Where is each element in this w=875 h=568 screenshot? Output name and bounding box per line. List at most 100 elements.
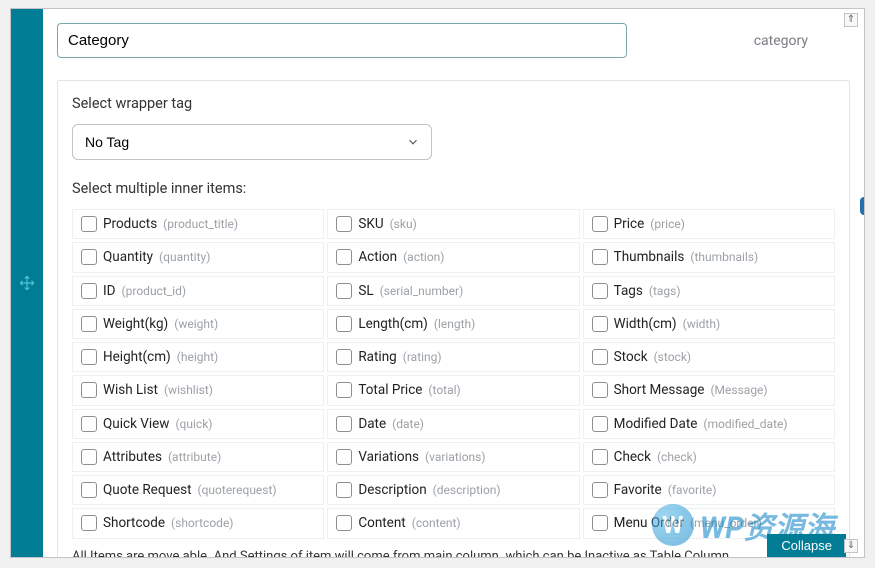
inner-item-label: Thumbnails [614,247,685,267]
inner-item-checkbox[interactable] [336,316,352,332]
inner-item-slug: (Message) [710,381,767,399]
inner-item-label: Modified Date [614,414,698,434]
column-panel: ⇑ category Select wrapper tag No Tag Sel… [10,8,865,558]
inner-item-checkbox[interactable] [592,482,608,498]
wrapper-tag-select[interactable]: No Tag [72,124,432,160]
inner-item[interactable]: Length(cm) (length) [327,309,579,339]
inner-item[interactable]: Shortcode (shortcode) [72,508,324,538]
inner-item-label: Total Price [358,380,422,400]
inner-item-slug: (sku) [390,215,417,233]
inner-item-checkbox[interactable] [592,515,608,531]
inner-item-checkbox[interactable] [81,316,97,332]
inner-item[interactable]: Modified Date (modified_date) [583,409,835,439]
inner-item[interactable]: Height(cm) (height) [72,342,324,372]
inner-item[interactable]: Total Price (total) [327,375,579,405]
collapse-button[interactable]: Collapse [767,534,846,557]
inner-item-slug: (favorite) [668,481,717,499]
inner-item-label: Shortcode [103,513,165,533]
panel-enabled-checkbox[interactable] [860,197,864,215]
inner-item-slug: (tags) [649,282,681,300]
inner-item[interactable]: Quick View (quick) [72,409,324,439]
inner-item-slug: (length) [434,315,475,333]
inner-items-grid: Products (product_title)SKU (sku)Price (… [72,209,835,539]
inner-item-checkbox[interactable] [592,216,608,232]
column-title-input[interactable] [57,23,627,58]
inner-item-checkbox[interactable] [81,349,97,365]
inner-item-checkbox[interactable] [336,515,352,531]
inner-item-checkbox[interactable] [81,283,97,299]
sort-up-button[interactable]: ⇑ [844,13,858,27]
inner-item-checkbox[interactable] [336,349,352,365]
inner-item-slug: (attribute) [168,448,221,466]
inner-item[interactable]: Products (product_title) [72,209,324,239]
inner-item-checkbox[interactable] [81,416,97,432]
inner-item-slug: (height) [177,348,218,366]
inner-item[interactable]: Favorite (favorite) [583,475,835,505]
inner-item-label: Content [358,513,405,533]
inner-item-checkbox[interactable] [336,482,352,498]
inner-item-checkbox[interactable] [336,216,352,232]
inner-item-checkbox[interactable] [81,382,97,398]
inner-item-checkbox[interactable] [336,449,352,465]
inner-item-checkbox[interactable] [592,283,608,299]
inner-item[interactable]: Attributes (attribute) [72,442,324,472]
inner-item-checkbox[interactable] [592,416,608,432]
inner-item-checkbox[interactable] [592,382,608,398]
inner-item[interactable]: Short Message (Message) [583,375,835,405]
inner-item-checkbox[interactable] [336,249,352,265]
inner-item-checkbox[interactable] [81,482,97,498]
inner-item-checkbox[interactable] [336,416,352,432]
inner-item[interactable]: Action (action) [327,242,579,272]
sort-down-button[interactable]: ⇓ [844,539,858,553]
inner-item[interactable]: Rating (rating) [327,342,579,372]
inner-item-slug: (content) [412,514,461,532]
inner-item-slug: (weight) [174,315,218,333]
inner-item-label: Tags [614,281,643,301]
inner-item-label: SL [358,281,373,301]
inner-item-checkbox[interactable] [592,449,608,465]
inner-item-slug: (action) [403,248,444,266]
inner-item[interactable]: Price (price) [583,209,835,239]
inner-item-slug: (thumbnails) [690,248,758,266]
inner-item-slug: (width) [683,315,721,333]
inner-item[interactable]: Width(cm) (width) [583,309,835,339]
inner-item[interactable]: Variations (variations) [327,442,579,472]
inner-item-label: Width(cm) [614,314,677,334]
inner-item[interactable]: Quote Request (quoterequest) [72,475,324,505]
inner-item-slug: (quantity) [159,248,210,266]
inner-item[interactable]: Thumbnails (thumbnails) [583,242,835,272]
inner-item-checkbox[interactable] [81,216,97,232]
drag-handle-bar[interactable] [11,9,43,557]
inner-item-checkbox[interactable] [592,349,608,365]
inner-item[interactable]: Tags (tags) [583,276,835,306]
inner-item[interactable]: Quantity (quantity) [72,242,324,272]
inner-item-slug: (wishlist) [164,381,213,399]
inner-item-checkbox[interactable] [336,283,352,299]
inner-item-checkbox[interactable] [592,316,608,332]
inner-item[interactable]: Weight(kg) (weight) [72,309,324,339]
inner-item[interactable]: Content (content) [327,508,579,538]
inner-item-checkbox[interactable] [81,249,97,265]
inner-item-label: Short Message [614,380,705,400]
inner-item-checkbox[interactable] [81,515,97,531]
inner-item-slug: (product_id) [122,282,187,300]
inner-item-slug: (price) [650,215,685,233]
inner-item-slug: (modified_date) [703,415,787,433]
inner-item-label: Length(cm) [358,314,428,334]
wrapper-tag-label: Select wrapper tag [72,95,835,112]
inner-item-checkbox[interactable] [81,449,97,465]
inner-item-checkbox[interactable] [336,382,352,398]
inner-item[interactable]: SL (serial_number) [327,276,579,306]
inner-item[interactable]: Date (date) [327,409,579,439]
inner-item[interactable]: ID (product_id) [72,276,324,306]
inner-item-checkbox[interactable] [592,249,608,265]
inner-item[interactable]: Wish List (wishlist) [72,375,324,405]
inner-item[interactable]: Check (check) [583,442,835,472]
inner-item[interactable]: SKU (sku) [327,209,579,239]
inner-item-label: Wish List [103,380,158,400]
inner-item-slug: (description) [433,481,501,499]
settings-box: Select wrapper tag No Tag Select multipl… [57,80,850,557]
inner-item-slug: (menu_order) [690,514,762,532]
inner-item[interactable]: Description (description) [327,475,579,505]
inner-item[interactable]: Stock (stock) [583,342,835,372]
